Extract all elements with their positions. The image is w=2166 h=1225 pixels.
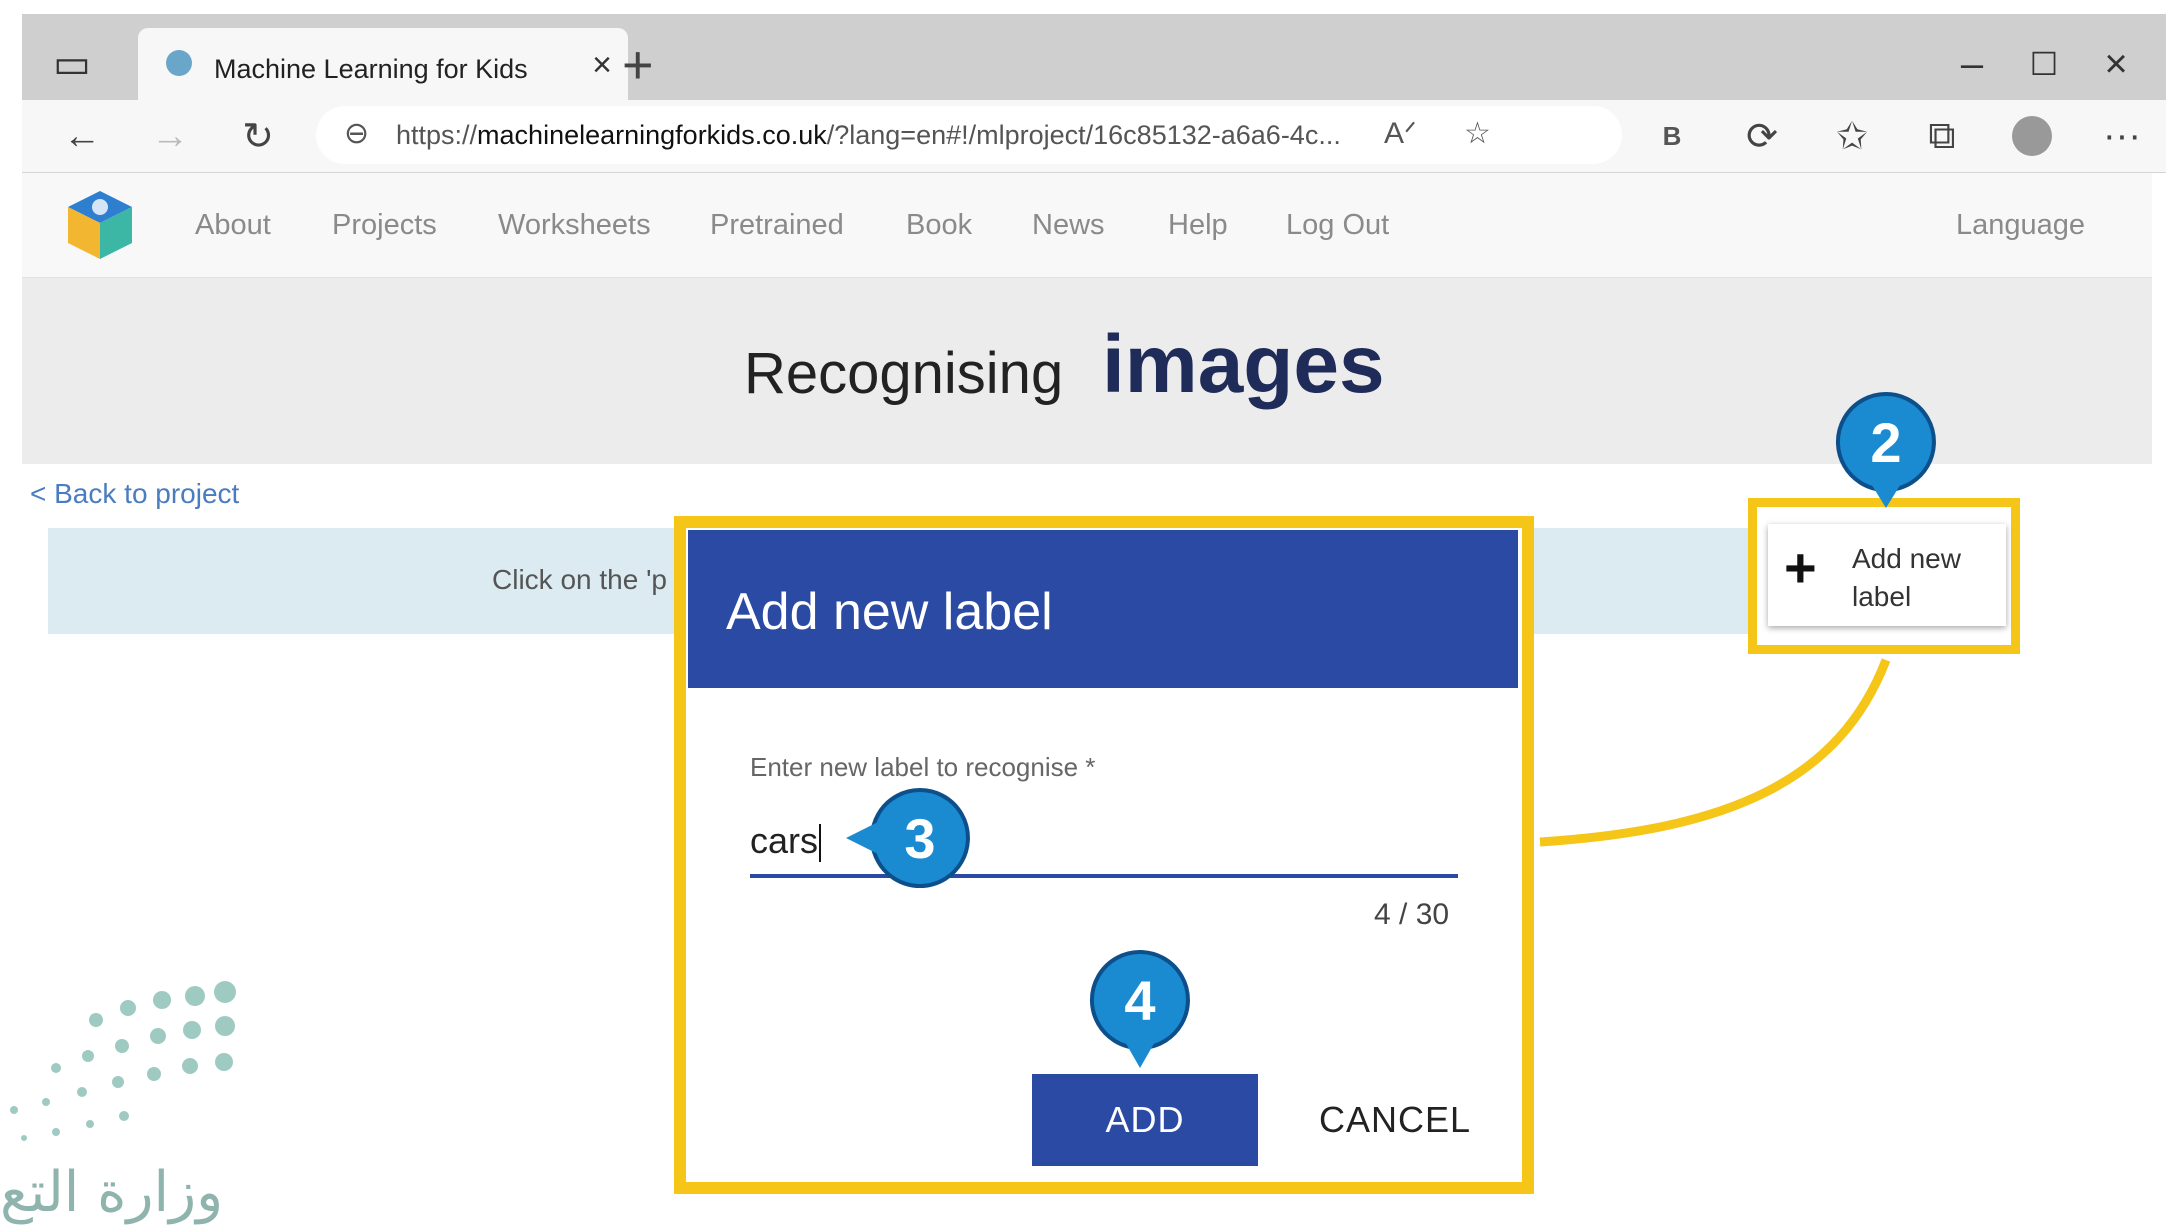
menu-about[interactable]: About	[195, 209, 271, 242]
add-new-label-text: Add new label	[1852, 543, 1961, 612]
more-menu-icon[interactable]: ···	[2092, 106, 2152, 166]
tab-title: Machine Learning for Kids	[214, 54, 528, 84]
menu-language[interactable]: Language	[1956, 209, 2085, 242]
step-4-number: 4	[1124, 968, 1156, 1032]
step-4-marker: 4	[1088, 948, 1192, 1068]
add-new-label-button[interactable]: + Add new label	[1768, 524, 2006, 626]
profile-avatar-icon[interactable]	[2002, 106, 2062, 166]
site-logo-icon[interactable]	[60, 185, 140, 265]
label-input[interactable]: cars	[750, 820, 822, 863]
reload-icon[interactable]: ↻	[228, 106, 288, 166]
step-2-number: 2	[1870, 410, 1902, 474]
label-field-caption: Enter new label to recognise *	[750, 752, 1096, 782]
browser-nav-bar: ← → ↻ ⊖ https://machinelearningforkids.c…	[22, 100, 2166, 173]
read-aloud-icon[interactable]: Aᐟ	[1384, 116, 1417, 151]
bing-extension-icon[interactable]: B	[1642, 106, 1702, 166]
new-tab-icon[interactable]: +	[622, 34, 654, 96]
collections-icon[interactable]: ⧉	[1912, 106, 1972, 166]
url-text: https://machinelearningforkids.co.uk/?la…	[396, 120, 1341, 150]
back-to-project-link[interactable]: < Back to project	[30, 478, 239, 510]
favorites-icon[interactable]: ✩	[1822, 106, 1882, 166]
tab-close-icon[interactable]: ×	[592, 46, 612, 85]
menu-projects[interactable]: Projects	[332, 209, 437, 242]
step-2-marker: 2	[1834, 390, 1938, 508]
menu-news[interactable]: News	[1032, 209, 1105, 242]
dialog-title: Add new label	[726, 583, 1053, 641]
hero-subtitle: Recognising	[744, 341, 1064, 406]
tab-actions-icon[interactable]: ▭	[22, 14, 122, 114]
step-3-marker: 3	[846, 786, 972, 890]
character-counter: 4 / 30	[1374, 898, 1450, 931]
lock-icon: ⊖	[344, 117, 370, 150]
add-button[interactable]: ADD	[1032, 1074, 1258, 1166]
site-navbar: About Projects Worksheets Pretrained Boo…	[22, 173, 2152, 278]
page-hero: Recognising images	[22, 278, 2152, 464]
menu-help[interactable]: Help	[1168, 209, 1228, 242]
banner-text: Click on the 'p	[492, 564, 667, 595]
extension-icon[interactable]: ⟳	[1732, 106, 1792, 166]
tab-favicon-icon	[166, 50, 192, 76]
page-title: images	[1102, 319, 1385, 410]
plus-icon: +	[1784, 536, 1817, 599]
forward-icon[interactable]: →	[140, 106, 200, 166]
watermark-text: وزارة التع	[0, 1160, 224, 1225]
menu-pretrained[interactable]: Pretrained	[710, 209, 844, 242]
cancel-button[interactable]: CANCEL	[1300, 1074, 1490, 1166]
browser-tab-bar: ▭ Machine Learning for Kids × + – ☐ ×	[22, 14, 2166, 114]
text-caret	[819, 824, 822, 863]
add-favorite-icon[interactable]: ☆	[1464, 116, 1491, 151]
menu-worksheets[interactable]: Worksheets	[498, 209, 651, 242]
menu-logout[interactable]: Log Out	[1286, 209, 1389, 242]
menu-book[interactable]: Book	[906, 209, 972, 242]
dialog-header: Add new label	[688, 530, 1518, 688]
step-3-number: 3	[904, 806, 936, 870]
back-icon[interactable]: ←	[52, 106, 112, 166]
address-bar[interactable]: ⊖ https://machinelearningforkids.co.uk/?…	[316, 106, 1622, 164]
window-close-icon[interactable]: ×	[2066, 14, 2166, 114]
